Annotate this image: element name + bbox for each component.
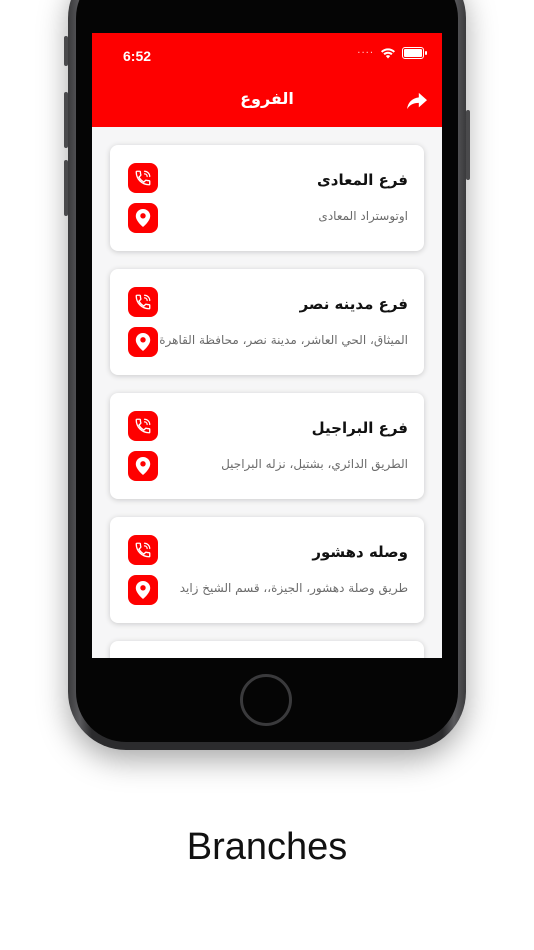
branch-address: اوتوستراد المعادى xyxy=(318,209,408,223)
app-screen: 6:52 ···· الفروع فرع المعادى اوتوستراد ا… xyxy=(92,33,442,658)
call-button[interactable] xyxy=(128,163,158,193)
branch-card[interactable]: فرع البراجيل الطريق الدائري، بشتيل، نزله… xyxy=(110,393,424,499)
branch-name: وصله دهشور xyxy=(312,543,408,561)
branch-name: فرع مدينه نصر xyxy=(299,295,408,313)
location-pin-icon xyxy=(135,209,151,227)
location-pin-icon xyxy=(135,457,151,475)
phone-icon xyxy=(135,418,151,434)
status-icons: ···· xyxy=(357,47,427,59)
location-pin-icon xyxy=(135,581,151,599)
branch-address: الميثاق، الحي العاشر، مدينة نصر، محافظة … xyxy=(159,333,408,347)
status-time: 6:52 xyxy=(123,48,152,64)
battery-icon xyxy=(402,47,427,59)
power-button xyxy=(466,110,470,180)
page-title: الفروع xyxy=(240,89,294,108)
mute-switch xyxy=(64,36,68,66)
location-button[interactable] xyxy=(128,203,158,233)
volume-up-button xyxy=(64,92,68,148)
call-button[interactable] xyxy=(128,287,158,317)
volume-down-button xyxy=(64,160,68,216)
call-button[interactable] xyxy=(128,535,158,565)
phone-icon xyxy=(135,170,151,186)
app-header: 6:52 ···· الفروع xyxy=(92,33,442,127)
location-button[interactable] xyxy=(128,575,158,605)
share-icon[interactable] xyxy=(406,91,428,111)
call-button[interactable] xyxy=(128,411,158,441)
branch-card-partial[interactable] xyxy=(110,641,424,658)
location-button[interactable] xyxy=(128,327,158,357)
location-pin-icon xyxy=(135,333,151,351)
location-button[interactable] xyxy=(128,451,158,481)
branch-address: الطريق الدائري، بشتيل، نزله البراجيل xyxy=(221,457,408,471)
branch-card[interactable]: فرع المعادى اوتوستراد المعادى xyxy=(110,145,424,251)
branch-name: فرع البراجيل xyxy=(311,419,408,437)
signal-icon: ···· xyxy=(357,47,374,59)
branch-address: طريق وصلة دهشور، الجيزة،، قسم الشيخ زايد xyxy=(179,581,408,595)
caption: Branches xyxy=(186,826,348,868)
branch-card[interactable]: فرع مدينه نصر الميثاق، الحي العاشر، مدين… xyxy=(110,269,424,375)
wifi-icon xyxy=(381,48,395,59)
branch-card[interactable]: وصله دهشور طريق وصلة دهشور، الجيزة،، قسم… xyxy=(110,517,424,623)
branch-name: فرع المعادى xyxy=(317,171,408,189)
phone-icon xyxy=(135,294,151,310)
home-button[interactable] xyxy=(240,674,292,726)
phone-icon xyxy=(135,542,151,558)
